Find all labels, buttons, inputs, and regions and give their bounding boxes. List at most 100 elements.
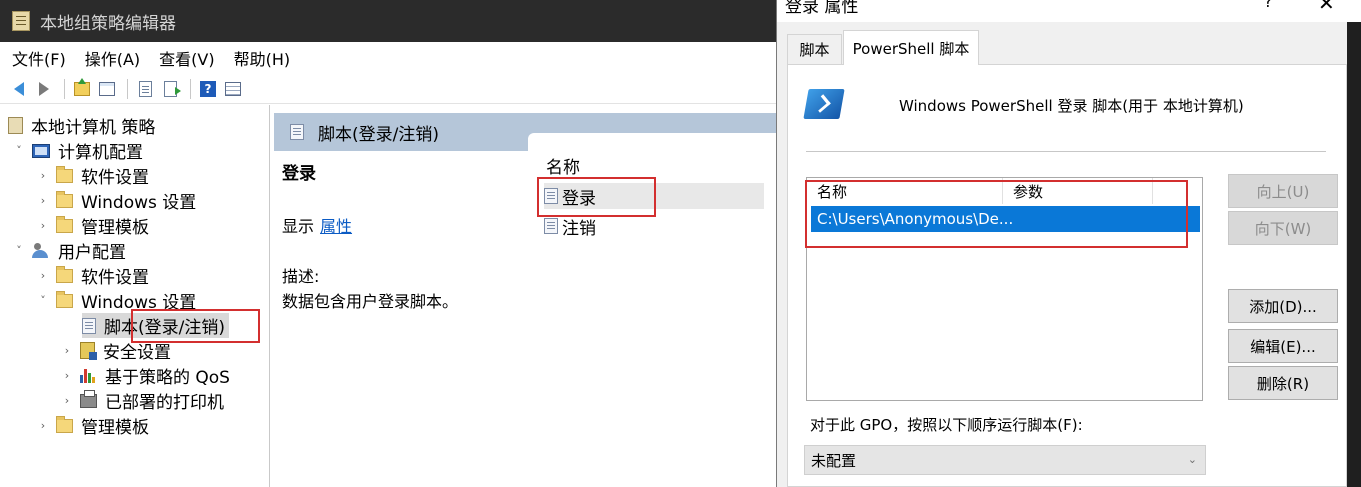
back-button[interactable] bbox=[8, 78, 30, 100]
forward-arrow-icon bbox=[39, 81, 49, 96]
bar-chart-icon bbox=[80, 368, 97, 383]
tree-item-user-admin[interactable]: › 管理模板 bbox=[36, 413, 149, 438]
collapse-icon[interactable]: ˅ bbox=[36, 294, 50, 307]
properties-link[interactable]: 属性 bbox=[320, 217, 352, 236]
printer-icon bbox=[80, 389, 97, 408]
toolbar-separator bbox=[190, 78, 191, 99]
tree-item-label: 已部署的打印机 bbox=[105, 393, 224, 413]
export-list-button[interactable] bbox=[159, 78, 181, 100]
properties-icon bbox=[138, 80, 152, 97]
users-icon bbox=[32, 243, 50, 258]
tree-item-label: 软件设置 bbox=[81, 268, 149, 288]
tree-item-label: 本地计算机 策略 bbox=[31, 118, 156, 138]
powershell-caption: Windows PowerShell 登录 脚本(用于 本地计算机) bbox=[899, 97, 1244, 115]
show-hide-tree-button[interactable] bbox=[96, 78, 118, 100]
menu-help[interactable]: 帮助(H) bbox=[234, 46, 291, 70]
tree-item-label: 软件设置 bbox=[81, 168, 149, 188]
folder-icon bbox=[56, 415, 73, 433]
column-header-name[interactable]: 名称 bbox=[807, 178, 1003, 204]
window-title: 本地组策略编辑器 bbox=[40, 13, 176, 34]
add-button[interactable]: 添加(D)... bbox=[1228, 289, 1338, 323]
menu-action[interactable]: 操作(A) bbox=[85, 46, 140, 70]
tree-item-computer-software[interactable]: › 软件设置 bbox=[36, 163, 149, 188]
tree-item-user-qos[interactable]: › 基于策略的 QoS bbox=[60, 363, 230, 388]
toolbar-separator bbox=[127, 78, 128, 99]
script-icon bbox=[544, 218, 558, 234]
export-icon bbox=[163, 80, 181, 97]
run-order-select[interactable]: 未配置 ⌄ bbox=[804, 445, 1206, 475]
divider bbox=[806, 151, 1326, 152]
tree-item-label: 管理模板 bbox=[81, 218, 149, 238]
forward-button[interactable] bbox=[33, 78, 55, 100]
script-row[interactable]: C:\Users\Anonymous\De... bbox=[811, 206, 1200, 232]
tree-item-user-printers[interactable]: › 已部署的打印机 bbox=[60, 388, 224, 413]
filter-button[interactable] bbox=[222, 78, 244, 100]
script-list-header: 名称 参数 bbox=[807, 178, 1202, 204]
menu-bar: 文件(F) 操作(A) 查看(V) 帮助(H) bbox=[0, 42, 780, 74]
show-properties: 显示 属性 bbox=[282, 213, 352, 237]
help-icon: ? bbox=[200, 80, 216, 97]
list-item-logoff[interactable]: 注销 bbox=[544, 213, 596, 239]
menu-file[interactable]: 文件(F) bbox=[12, 46, 66, 70]
list-item-logon[interactable]: 登录 bbox=[544, 183, 764, 209]
collapse-icon[interactable]: ˅ bbox=[12, 244, 26, 257]
tree-item-root[interactable]: 本地计算机 策略 bbox=[8, 113, 155, 138]
folder-icon bbox=[56, 290, 73, 308]
tab-powershell-scripts[interactable]: PowerShell 脚本 bbox=[843, 30, 979, 65]
tree-item-label: 安全设置 bbox=[103, 343, 171, 363]
toolbar-separator bbox=[64, 78, 65, 99]
console-tree-icon bbox=[99, 81, 115, 96]
expand-icon[interactable]: › bbox=[36, 169, 50, 182]
run-order-label: 对于此 GPO，按照以下顺序运行脚本(F): bbox=[810, 416, 1083, 434]
expand-icon[interactable]: › bbox=[60, 369, 74, 382]
folder-icon bbox=[56, 190, 73, 208]
description-text: 数据包含用户登录脚本。 bbox=[282, 292, 459, 311]
move-down-button[interactable]: 向下(W) bbox=[1228, 211, 1338, 245]
expand-icon[interactable]: › bbox=[60, 394, 74, 407]
edit-button[interactable]: 编辑(E)... bbox=[1228, 329, 1338, 363]
tree-item-label: 用户配置 bbox=[58, 243, 126, 263]
run-order-value: 未配置 bbox=[811, 451, 857, 470]
dialog-title: 登录 属性 bbox=[785, 0, 859, 17]
tree-item-user-software[interactable]: › 软件设置 bbox=[36, 263, 149, 288]
move-up-button[interactable]: 向上(U) bbox=[1228, 174, 1338, 208]
column-header-params[interactable]: 参数 bbox=[1003, 178, 1153, 204]
menu-view[interactable]: 查看(V) bbox=[159, 46, 214, 70]
up-level-button[interactable] bbox=[71, 77, 93, 100]
tree-item-computer-admin[interactable]: › 管理模板 bbox=[36, 213, 149, 238]
expand-icon[interactable]: › bbox=[36, 194, 50, 207]
tree-item-user-security[interactable]: › 安全设置 bbox=[60, 338, 171, 363]
tree-item-computer-windows[interactable]: › Windows 设置 bbox=[36, 188, 196, 213]
console-tree: 本地计算机 策略 ˅ 计算机配置 › 软件设置 › Windows 设置 › 管… bbox=[0, 105, 270, 487]
list-item-label: 注销 bbox=[562, 218, 596, 239]
background-window-edge bbox=[1347, 22, 1361, 487]
selected-item-title: 登录 bbox=[282, 164, 316, 184]
tab-scripts[interactable]: 脚本 bbox=[787, 34, 842, 64]
computer-icon bbox=[32, 143, 50, 158]
tree-item-label: Windows 设置 bbox=[81, 293, 197, 313]
remove-button[interactable]: 删除(R) bbox=[1228, 366, 1338, 400]
folder-icon bbox=[56, 215, 73, 233]
tree-item-label: 管理模板 bbox=[81, 418, 149, 438]
tree-item-label: 基于策略的 QoS bbox=[105, 368, 230, 388]
dialog-help-button[interactable]: ? bbox=[1264, 0, 1273, 11]
powershell-icon bbox=[803, 89, 845, 119]
help-button[interactable]: ? bbox=[197, 78, 219, 100]
properties-button[interactable] bbox=[134, 78, 156, 100]
script-icon bbox=[544, 188, 558, 204]
expand-icon[interactable]: › bbox=[36, 419, 50, 432]
policy-icon bbox=[8, 117, 23, 134]
expand-icon[interactable]: › bbox=[36, 269, 50, 282]
tree-item-user-windows[interactable]: ˅ Windows 设置 bbox=[36, 288, 196, 313]
expand-icon[interactable]: › bbox=[36, 219, 50, 232]
tree-item-user-scripts[interactable]: 脚本(登录/注销) bbox=[82, 313, 229, 338]
expand-icon[interactable]: › bbox=[60, 344, 74, 357]
column-header-name[interactable]: 名称 bbox=[546, 153, 580, 178]
dialog-close-button[interactable]: ✕ bbox=[1318, 0, 1335, 15]
tree-item-user-config[interactable]: ˅ 用户配置 bbox=[12, 238, 126, 263]
description-panel: 登录 显示 属性 描述: 数据包含用户登录脚本。 bbox=[282, 155, 522, 311]
collapse-icon[interactable]: ˅ bbox=[12, 144, 26, 157]
tree-item-computer-config[interactable]: ˅ 计算机配置 bbox=[12, 138, 143, 163]
script-list[interactable]: 名称 参数 C:\Users\Anonymous\De... bbox=[806, 177, 1203, 401]
up-folder-icon bbox=[74, 77, 90, 96]
